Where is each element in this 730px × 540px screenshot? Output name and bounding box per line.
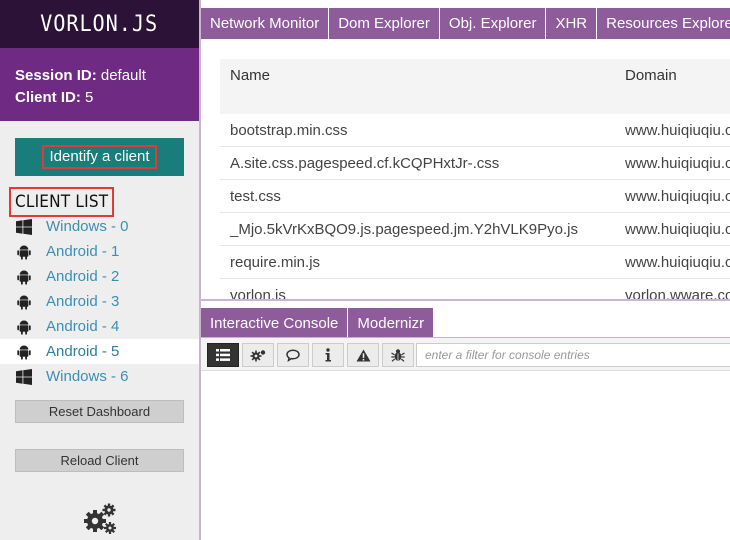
tab-interactive-console[interactable]: Interactive Console <box>201 308 349 338</box>
android-icon <box>15 293 33 311</box>
table-header: Name Domain <box>220 59 730 114</box>
android-icon <box>15 268 33 286</box>
client-label: Android - 5 <box>46 343 120 360</box>
session-id-value: default <box>100 67 146 84</box>
resource-name: bootstrap.min.css <box>230 121 348 139</box>
client-label: Windows - 0 <box>46 218 129 235</box>
console-toolbar <box>201 338 730 371</box>
client-item-android-2[interactable]: Android - 2 <box>0 264 199 289</box>
client-item-android-3[interactable]: Android - 3 <box>0 289 199 314</box>
tab-dom-explorer[interactable]: Dom Explorer <box>329 8 440 39</box>
list-icon[interactable] <box>207 343 239 367</box>
table-row[interactable]: require.min.js www.huiqiuqiu.com <box>220 246 730 279</box>
resources-table: Name Domain bootstrap.min.css www.huiqiu… <box>220 59 730 299</box>
client-label: Windows - 6 <box>46 368 129 385</box>
identify-client-button[interactable]: Identify a client <box>15 138 184 176</box>
app-logo: VORLON.JS <box>40 11 159 37</box>
client-label: Android - 2 <box>46 268 120 285</box>
resource-name: vorlon.js <box>230 286 286 300</box>
client-item-android-1[interactable]: Android - 1 <box>0 239 199 264</box>
client-list: Windows - 0 Android - 1 Android - 2 Andr… <box>0 214 199 389</box>
client-id-value: 5 <box>85 89 94 106</box>
console-filter-input[interactable] <box>416 343 730 367</box>
resource-domain: www.huiqiuqiu.com <box>625 187 730 205</box>
windows-icon <box>15 218 33 236</box>
client-label: Android - 1 <box>46 243 120 260</box>
reload-client-button[interactable]: Reload Client <box>15 449 184 472</box>
session-id-label: Session ID: <box>15 67 97 84</box>
warning-icon[interactable] <box>347 343 379 367</box>
column-header-domain[interactable]: Domain <box>625 59 730 114</box>
resource-domain: vorlon.wware.com <box>625 286 730 300</box>
table-row[interactable]: bootstrap.min.css www.huiqiuqiu.com <box>220 114 730 147</box>
client-id-label: Client ID: <box>15 89 81 106</box>
logo-bar: VORLON.JS <box>0 0 199 48</box>
client-id-line: Client ID: 5 <box>15 87 199 109</box>
table-row[interactable]: test.css www.huiqiuqiu.com <box>220 180 730 213</box>
bug-icon[interactable] <box>382 343 414 367</box>
plugin-tabs: Network Monitor Dom Explorer Obj. Explor… <box>201 8 730 39</box>
reset-dashboard-button[interactable]: Reset Dashboard <box>15 400 184 423</box>
column-header-name[interactable]: Name <box>220 59 625 114</box>
table-row[interactable]: _Mjo.5kVrKxBQO9.js.pagespeed.jm.Y2hVLK9P… <box>220 213 730 246</box>
bottom-plugin-tabs: Interactive Console Modernizr <box>201 308 435 338</box>
resource-name: test.css <box>230 187 281 205</box>
client-label: Android - 4 <box>46 318 120 335</box>
android-icon <box>15 243 33 261</box>
panel-splitter[interactable] <box>201 299 730 301</box>
chat-icon[interactable] <box>277 343 309 367</box>
client-item-android-5[interactable]: Android - 5 <box>0 339 199 364</box>
resource-name: A.site.css.pagespeed.cf.kCQPHxtJr-.css <box>230 154 500 172</box>
android-icon <box>15 343 33 361</box>
resource-name: _Mjo.5kVrKxBQO9.js.pagespeed.jm.Y2hVLK9P… <box>230 220 578 238</box>
identify-client-label: Identify a client <box>42 145 157 169</box>
resource-domain: www.huiqiuqiu.com <box>625 154 730 172</box>
client-item-windows-6[interactable]: Windows - 6 <box>0 364 199 389</box>
settings-icon[interactable] <box>242 343 274 367</box>
android-icon <box>15 318 33 336</box>
session-info: Session ID: default Client ID: 5 <box>0 48 199 121</box>
resource-name: require.min.js <box>230 253 321 271</box>
client-label: Android - 3 <box>46 293 120 310</box>
gears-icon[interactable] <box>82 501 118 535</box>
client-list-title: CLIENT LIST <box>9 187 115 217</box>
resource-domain: www.huiqiuqiu.com <box>625 253 730 271</box>
info-icon[interactable] <box>312 343 344 367</box>
client-item-windows-0[interactable]: Windows - 0 <box>0 214 199 239</box>
table-row[interactable]: A.site.css.pagespeed.cf.kCQPHxtJr-.css w… <box>220 147 730 180</box>
resource-domain: www.huiqiuqiu.com <box>625 220 730 238</box>
session-id-line: Session ID: default <box>15 65 199 87</box>
tab-obj-explorer[interactable]: Obj. Explorer <box>440 8 547 39</box>
tab-network-monitor[interactable]: Network Monitor <box>201 8 330 39</box>
sidebar: VORLON.JS Session ID: default Client ID:… <box>0 0 199 540</box>
tab-resources-explorer[interactable]: Resources Explorer <box>597 8 730 39</box>
tab-xhr[interactable]: XHR <box>546 8 598 39</box>
client-item-android-4[interactable]: Android - 4 <box>0 314 199 339</box>
sidebar-divider <box>199 0 201 540</box>
resource-domain: www.huiqiuqiu.com <box>625 121 730 139</box>
table-row[interactable]: vorlon.js vorlon.wware.com <box>220 279 730 300</box>
tab-modernizr[interactable]: Modernizr <box>348 308 435 338</box>
windows-icon <box>15 368 33 386</box>
